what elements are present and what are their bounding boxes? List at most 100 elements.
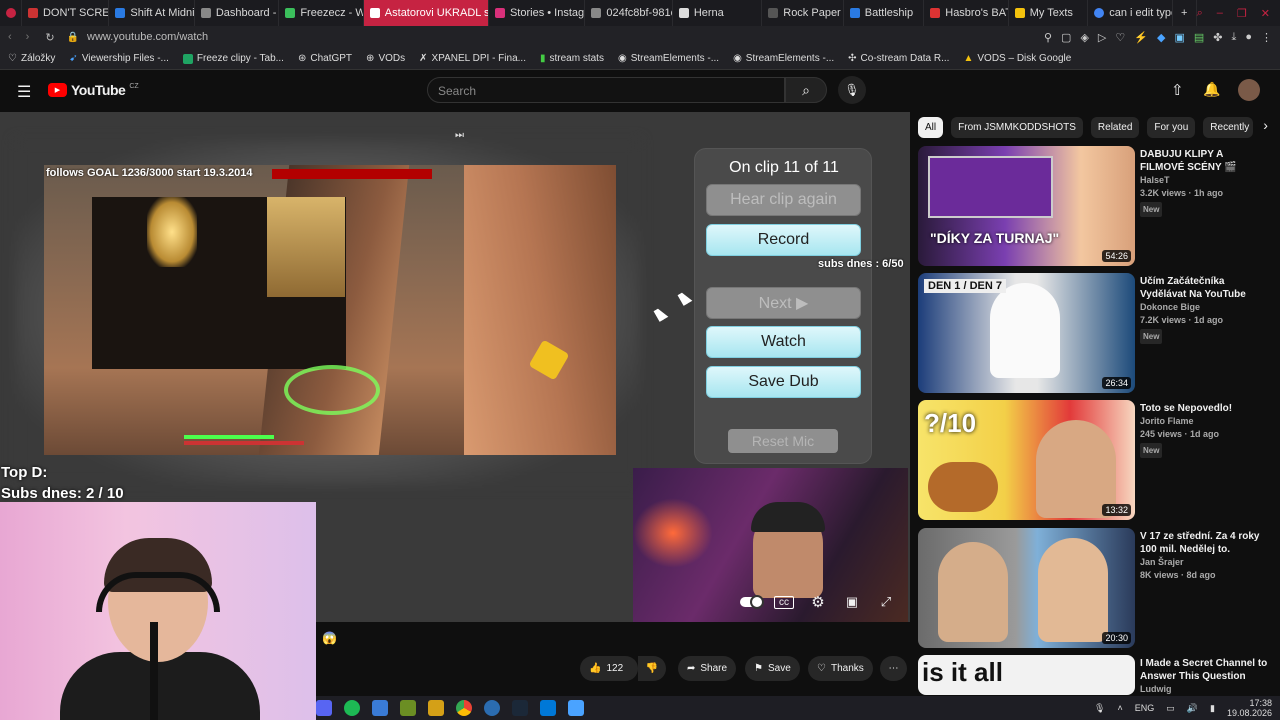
thanks-button[interactable]: ♡ Thanks xyxy=(808,656,873,681)
chevron-up-icon[interactable]: ˄ xyxy=(1117,703,1122,713)
record-button[interactable]: Record xyxy=(706,224,861,256)
browser-tab[interactable]: Stories • Instag xyxy=(489,0,586,26)
video-title[interactable]: Toto se Nepovedlo! xyxy=(1140,402,1270,415)
notepad-icon[interactable] xyxy=(568,700,584,716)
battery-icon[interactable]: ▮ xyxy=(1210,703,1215,714)
video-title[interactable]: Učím Začátečníka Vydělávat Na YouTube xyxy=(1140,275,1270,301)
bookmark-item[interactable]: ▮ stream stats xyxy=(540,53,604,64)
channel-name[interactable]: Jorito Flame xyxy=(1140,415,1270,428)
settings-gear-icon[interactable]: ⚙ xyxy=(808,593,828,611)
app-icon[interactable] xyxy=(484,700,500,716)
reload-icon[interactable]: ↻ xyxy=(45,31,54,44)
browser-tab[interactable]: Freezecz - Wat xyxy=(279,0,364,26)
video-thumbnail[interactable]: is it all xyxy=(918,655,1135,695)
hear-clip-button[interactable]: Hear clip again xyxy=(706,184,861,216)
video-title[interactable]: DABUJU KLIPY A FILMOVÉ SCÉNY 🎬 xyxy=(1140,148,1270,174)
recommendation-item[interactable]: ?/10 13:32 Toto se Nepovedlo! Jorito Fla… xyxy=(918,400,1273,522)
reset-mic-button[interactable]: Reset Mic xyxy=(728,429,838,453)
video-thumbnail[interactable]: "DÍKY ZA TURNAJ" 54:26 xyxy=(918,146,1135,266)
app-icon[interactable] xyxy=(372,700,388,716)
app-icon[interactable] xyxy=(540,700,556,716)
browser-tab[interactable]: 024fc8bf-981c xyxy=(585,0,673,26)
back-icon[interactable]: ‹ xyxy=(8,31,12,43)
video-title[interactable]: V 17 ze střední. Za 4 roky 100 mil. Nedě… xyxy=(1140,530,1270,556)
browser-tab[interactable]: Hasbro's BATT xyxy=(924,0,1009,26)
browser-tab[interactable]: Shift At Midnigh xyxy=(109,0,195,26)
browser-tab[interactable]: Dashboard - fre xyxy=(195,0,280,26)
browser-tab[interactable]: Rock Paper Sc xyxy=(762,0,844,26)
recommendation-item[interactable]: "DÍKY ZA TURNAJ" 54:26 DABUJU KLIPY A FI… xyxy=(918,146,1273,268)
app-icon[interactable] xyxy=(400,700,416,716)
extension-icon[interactable]: ⚡ xyxy=(1134,31,1148,44)
channel-name[interactable]: Ludwig xyxy=(1140,683,1270,695)
save-button[interactable]: ⚑ Save xyxy=(745,656,800,681)
extension-icon[interactable]: ▤ xyxy=(1194,31,1204,44)
language-indicator[interactable]: ENG xyxy=(1135,703,1155,713)
autoplay-toggle-icon[interactable] xyxy=(740,593,764,611)
youtube-logo[interactable]: ▶ YouTube CZ xyxy=(48,82,139,98)
browser-menu-icon[interactable] xyxy=(0,0,22,26)
bookmark-item[interactable]: ♡ Záložky xyxy=(8,53,55,64)
chip-all[interactable]: All xyxy=(918,117,944,138)
microphone-icon[interactable]: 🎙 xyxy=(1094,703,1105,714)
recommendation-item[interactable]: 20:30 V 17 ze střední. Za 4 roky 100 mil… xyxy=(918,528,1273,650)
browser-tab[interactable]: Herna xyxy=(673,0,763,26)
voice-search-button[interactable]: 🎙 xyxy=(838,76,866,104)
browser-tab[interactable]: My Texts xyxy=(1009,0,1089,26)
chip-from-channel[interactable]: From JSMMKODDSHOTS xyxy=(951,117,1083,138)
captions-icon[interactable]: cc xyxy=(774,595,794,609)
discord-icon[interactable] xyxy=(316,700,332,716)
chevron-right-icon[interactable]: › xyxy=(1263,117,1268,138)
url-field[interactable]: www.youtube.com/watch xyxy=(87,31,208,43)
skip-icon[interactable]: ⏭ xyxy=(455,130,464,141)
miniplayer-icon[interactable]: ▣ xyxy=(842,593,862,611)
search-tabs-icon[interactable]: ⌕ xyxy=(1197,7,1203,20)
app-icon[interactable] xyxy=(428,700,444,716)
puzzle-icon[interactable]: ✤ xyxy=(1213,31,1222,44)
save-dub-button[interactable]: Save Dub xyxy=(706,366,861,398)
recommendation-item[interactable]: is it all I Made a Secret Channel to Ans… xyxy=(918,655,1273,695)
screenshot-icon[interactable]: ▢ xyxy=(1061,31,1071,44)
clock[interactable]: 17:38 19.08.2026 xyxy=(1227,698,1272,718)
download-icon[interactable]: ⤓ xyxy=(1231,31,1236,44)
network-icon[interactable]: ▭ xyxy=(1166,703,1175,714)
extension-icon[interactable]: ◆ xyxy=(1157,31,1165,44)
volume-icon[interactable]: 🔊 xyxy=(1187,703,1198,714)
like-button[interactable]: 👍 122 xyxy=(580,656,638,681)
chip-recently[interactable]: Recently xyxy=(1203,117,1254,138)
share-button[interactable]: ➦ Share xyxy=(678,656,737,681)
recommendation-item[interactable]: DEN 1 / DEN 7 26:34 Učím Začátečníka Vyd… xyxy=(918,273,1273,395)
video-thumbnail[interactable]: 20:30 xyxy=(918,528,1135,648)
cast-icon[interactable]: ▷ xyxy=(1098,31,1106,44)
browser-tab[interactable]: Battleship xyxy=(844,0,925,26)
channel-name[interactable]: Jan Šrajer xyxy=(1140,556,1270,569)
bookmark-item[interactable]: ➹ Viewership Files -... xyxy=(69,53,168,64)
dislike-button[interactable]: 👎 xyxy=(638,656,666,681)
shield-icon[interactable]: ◈ xyxy=(1080,31,1088,44)
channel-name[interactable]: HalseT xyxy=(1140,174,1270,187)
forward-icon[interactable]: › xyxy=(26,31,30,43)
close-icon[interactable]: ✕ xyxy=(1261,7,1270,20)
browser-tab[interactable]: DON'T SCREAM xyxy=(22,0,110,26)
bookmark-item[interactable]: ◉ StreamElements -... xyxy=(733,53,834,64)
minimize-icon[interactable]: – xyxy=(1217,7,1223,20)
spotify-icon[interactable] xyxy=(344,700,360,716)
video-thumbnail[interactable]: ?/10 13:32 xyxy=(918,400,1135,520)
extension-icon[interactable]: ▣ xyxy=(1174,31,1184,44)
fullscreen-icon[interactable]: ⤢ xyxy=(876,593,896,611)
profile-icon[interactable]: ● xyxy=(1245,31,1252,44)
browser-tab-active[interactable]: Astatorovi UKRADL steam xyxy=(363,0,489,26)
search-input[interactable]: Search xyxy=(427,77,785,103)
chip-related[interactable]: Related xyxy=(1090,117,1140,138)
more-actions-button[interactable]: ⋯ xyxy=(880,656,907,681)
bookmark-item[interactable]: ⊕ VODs xyxy=(366,53,405,64)
watch-button[interactable]: Watch xyxy=(706,326,861,358)
bookmark-item[interactable]: ✣ Co-stream Data R... xyxy=(848,53,949,64)
chip-for-you[interactable]: For you xyxy=(1147,117,1196,138)
bookmark-item[interactable]: ✗ XPANEL DPI - Fina... xyxy=(419,53,526,64)
avatar[interactable] xyxy=(1238,79,1260,101)
video-thumbnail[interactable]: DEN 1 / DEN 7 26:34 xyxy=(918,273,1135,393)
upload-icon[interactable]: ⇧ xyxy=(1171,81,1184,99)
video-title[interactable]: I Made a Secret Channel to Answer This Q… xyxy=(1140,657,1270,683)
next-button[interactable]: Next ▶ xyxy=(706,287,861,319)
